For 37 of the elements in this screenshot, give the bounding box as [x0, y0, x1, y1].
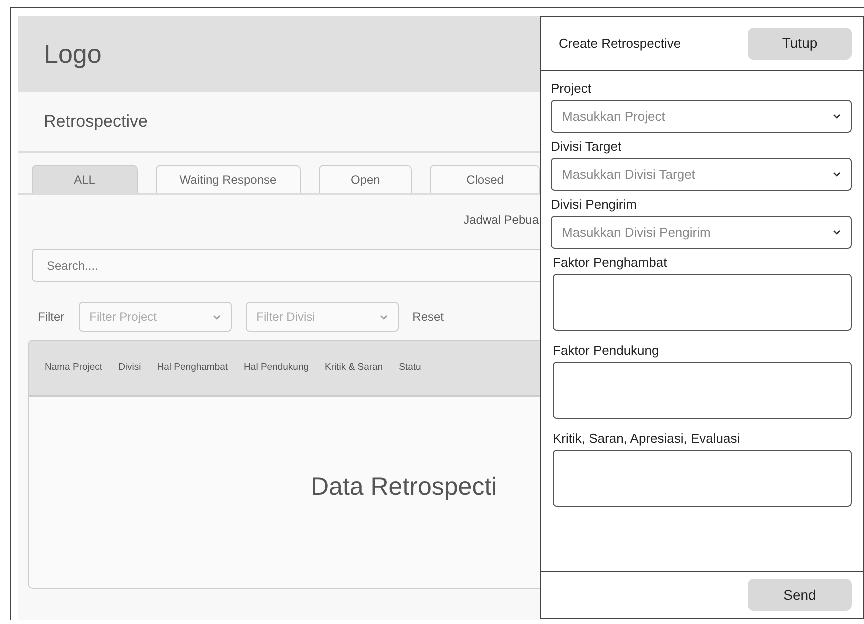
chevron-down-icon [833, 114, 841, 119]
logo-text: Logo [44, 38, 102, 70]
chevron-down-icon [833, 230, 841, 235]
close-button[interactable]: Tutup [748, 28, 852, 60]
field-label: Faktor Pendukung [553, 343, 660, 359]
send-button[interactable]: Send [748, 579, 852, 611]
text-area[interactable] [553, 362, 852, 419]
tab[interactable]: Closed [430, 165, 540, 193]
field-label: Project [551, 81, 592, 97]
tab[interactable]: ALL [32, 165, 138, 193]
search-field[interactable]: Search.... [32, 249, 540, 282]
field-label: Faktor Penghambat [553, 255, 668, 271]
column-header: Nama Project [45, 360, 103, 375]
select-field[interactable]: Masukkan Divisi Pengirim [551, 216, 852, 249]
text-area[interactable] [553, 274, 852, 331]
select-field[interactable]: Masukkan Project [551, 100, 852, 133]
tab[interactable]: Open [318, 165, 412, 193]
page-title: Retrospective [44, 110, 148, 133]
column-header: Divisi [118, 360, 142, 375]
text-area[interactable] [553, 450, 852, 507]
column-header: Kritik & Saran [325, 360, 384, 375]
filter-label: Filter [38, 309, 65, 326]
chevron-down-icon [833, 172, 841, 177]
column-header: Statu [399, 360, 422, 375]
field-label: Kritik, Saran, Apresiasi, Evaluasi [553, 431, 742, 447]
schedule-text: Jadwal Pebua [462, 212, 540, 229]
tab[interactable]: Waiting Response [156, 165, 301, 193]
reset-link[interactable]: Reset [412, 308, 444, 326]
empty-state-text: Data Retrospecti [310, 472, 498, 503]
field-label: Divisi Target [551, 139, 623, 155]
select-field[interactable]: Masukkan Divisi Target [551, 158, 852, 191]
chevron-down-icon [380, 314, 388, 320]
chevron-down-icon [212, 314, 221, 320]
column-header: Hal Pendukung [244, 360, 310, 375]
panel-title: Create Retrospective [559, 34, 682, 53]
field-label: Divisi Pengirim [551, 197, 638, 213]
column-header: Hal Penghambat [157, 360, 228, 375]
